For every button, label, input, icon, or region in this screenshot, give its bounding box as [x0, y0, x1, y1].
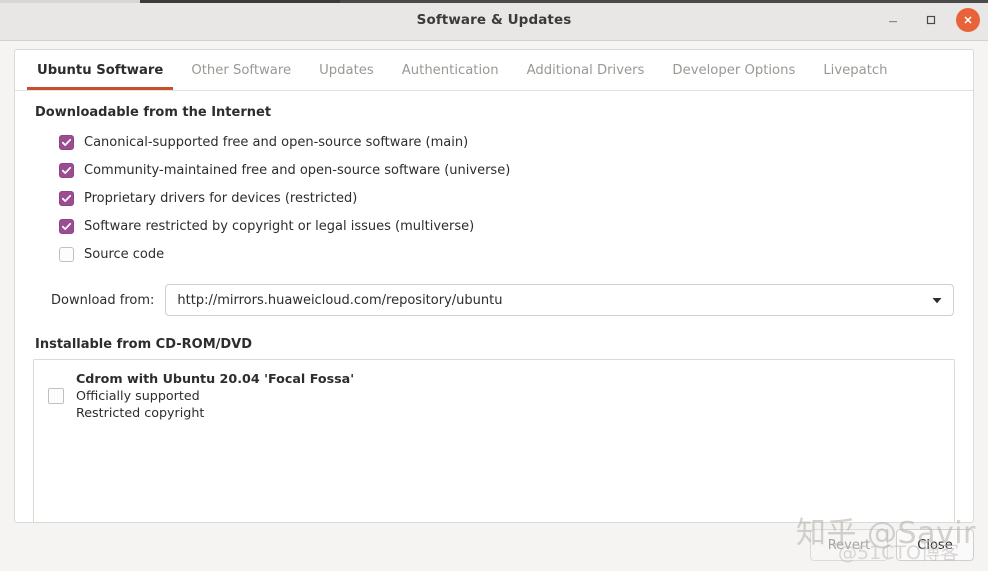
checkbox-unchecked-icon[interactable] — [48, 387, 64, 404]
cdrom-item-text: Cdrom with Ubuntu 20.04 'Focal Fossa' Of… — [76, 370, 354, 421]
window-controls — [880, 0, 980, 40]
background-strip-right — [340, 0, 988, 3]
checkbox-label: Proprietary drivers for devices (restric… — [84, 190, 358, 206]
checkbox-row-source-code[interactable]: Source code — [59, 240, 955, 268]
tab-developer-options[interactable]: Developer Options — [658, 50, 809, 90]
close-button-label: Close — [917, 537, 953, 553]
tab-label: Additional Drivers — [526, 62, 645, 78]
minimize-icon[interactable] — [880, 7, 906, 33]
tab-label: Livepatch — [823, 62, 888, 78]
close-icon[interactable] — [956, 8, 980, 32]
checkbox-label: Source code — [84, 246, 165, 262]
tab-label: Authentication — [401, 62, 499, 78]
ubuntu-software-page: Downloadable from the Internet Canonical… — [15, 91, 973, 522]
checkbox-checked-icon[interactable] — [59, 218, 74, 234]
titlebar: Software & Updates — [0, 0, 988, 41]
internet-section-title: Downloadable from the Internet — [35, 105, 272, 120]
download-from-row: Download from: http://mirrors.huaweiclou… — [51, 284, 955, 316]
content-area: Ubuntu Software Other Software Updates A… — [0, 41, 988, 523]
checkbox-row-main[interactable]: Canonical-supported free and open-source… — [59, 128, 955, 156]
cdrom-item-line2: Officially supported — [76, 388, 200, 403]
tab-label: Ubuntu Software — [37, 62, 164, 78]
cdrom-section-title: Installable from CD-ROM/DVD — [35, 337, 253, 352]
background-strip-left — [0, 0, 140, 3]
cdrom-item-line3: Restricted copyright — [76, 405, 205, 420]
checkbox-unchecked-icon[interactable] — [59, 246, 74, 262]
checkbox-label: Software restricted by copyright or lega… — [84, 218, 475, 234]
download-from-value: http://mirrors.huaweicloud.com/repositor… — [177, 292, 503, 308]
revert-button-label: Revert — [827, 537, 871, 553]
internet-source-list: Canonical-supported free and open-source… — [59, 128, 955, 268]
tab-bar: Ubuntu Software Other Software Updates A… — [15, 50, 973, 91]
maximize-icon[interactable] — [918, 7, 944, 33]
tab-authentication[interactable]: Authentication — [388, 50, 513, 90]
checkbox-row-restricted[interactable]: Proprietary drivers for devices (restric… — [59, 184, 955, 212]
tab-label: Developer Options — [672, 62, 796, 78]
tab-updates[interactable]: Updates — [305, 50, 388, 90]
checkbox-label: Canonical-supported free and open-source… — [84, 134, 469, 150]
footer-button-bar: Revert Close — [0, 523, 988, 571]
checkbox-checked-icon[interactable] — [59, 134, 74, 150]
close-button[interactable]: Close — [896, 529, 974, 561]
checkbox-row-multiverse[interactable]: Software restricted by copyright or lega… — [59, 212, 955, 240]
software-updates-window: Software & Updates Ubuntu Software Other… — [0, 0, 988, 570]
checkbox-label: Community-maintained free and open-sourc… — [84, 162, 511, 178]
notebook: Ubuntu Software Other Software Updates A… — [14, 49, 974, 523]
checkbox-row-universe[interactable]: Community-maintained free and open-sourc… — [59, 156, 955, 184]
chevron-down-icon[interactable] — [931, 294, 943, 306]
tab-livepatch[interactable]: Livepatch — [809, 50, 901, 90]
tab-additional-drivers[interactable]: Additional Drivers — [513, 50, 659, 90]
revert-button[interactable]: Revert — [810, 529, 888, 561]
tab-other-software[interactable]: Other Software — [177, 50, 305, 90]
tab-ubuntu-software[interactable]: Ubuntu Software — [23, 50, 177, 90]
download-from-label: Download from: — [51, 292, 155, 308]
checkbox-checked-icon[interactable] — [59, 162, 74, 178]
window-title: Software & Updates — [416, 12, 572, 28]
checkbox-checked-icon[interactable] — [59, 190, 74, 206]
cdrom-list[interactable]: Cdrom with Ubuntu 20.04 'Focal Fossa' Of… — [33, 359, 955, 522]
tab-label: Updates — [319, 62, 374, 78]
download-from-dropdown[interactable]: http://mirrors.huaweicloud.com/repositor… — [165, 284, 954, 316]
list-item[interactable]: Cdrom with Ubuntu 20.04 'Focal Fossa' Of… — [34, 366, 954, 425]
cdrom-item-title: Cdrom with Ubuntu 20.04 'Focal Fossa' — [76, 371, 355, 386]
tab-label: Other Software — [191, 62, 292, 78]
